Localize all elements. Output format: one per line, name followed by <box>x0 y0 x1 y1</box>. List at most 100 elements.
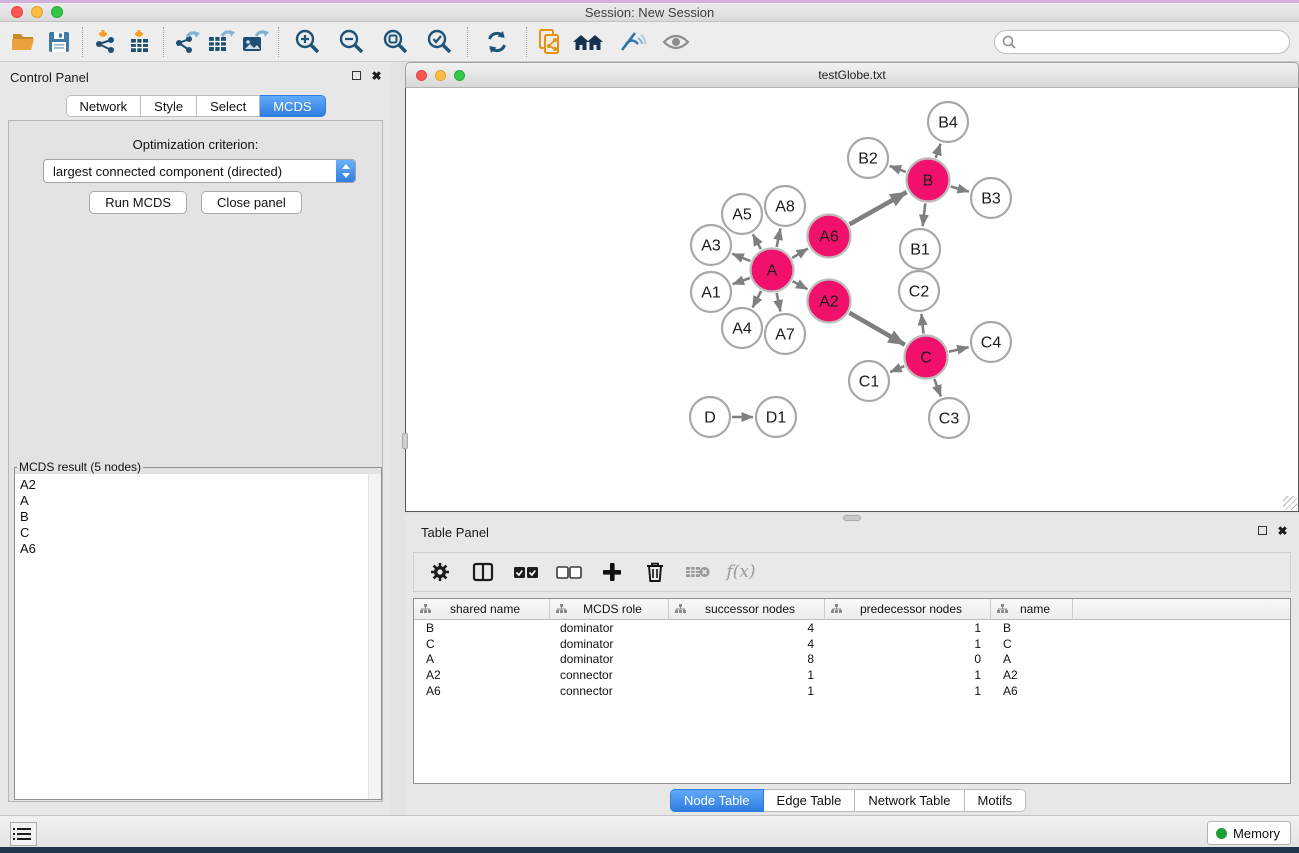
resize-grip-icon[interactable] <box>1283 496 1297 510</box>
graph-edge-C-C3[interactable] <box>934 379 941 396</box>
delete-table-icon[interactable] <box>681 555 715 589</box>
function-builder-icon[interactable]: f(x) <box>724 555 758 589</box>
table-settings-icon[interactable] <box>423 555 457 589</box>
table-cell: 0 <box>825 651 991 667</box>
graph-edge-A-A5[interactable] <box>753 234 761 249</box>
graph-edge-A-A7[interactable] <box>777 293 781 311</box>
graph-edge-B-B1[interactable] <box>923 203 926 226</box>
graph-edge-B-B3[interactable] <box>951 186 969 191</box>
export-table-icon[interactable] <box>204 25 238 59</box>
refresh-icon[interactable] <box>480 25 514 59</box>
mcds-result-item[interactable]: A <box>15 493 381 509</box>
tab-style[interactable]: Style <box>141 95 197 117</box>
close-panel-icon[interactable]: ✖ <box>370 69 383 82</box>
select-all-columns-icon[interactable] <box>509 555 543 589</box>
graph-edge-A-A4[interactable] <box>753 291 762 308</box>
zoom-selected-icon[interactable] <box>422 25 456 59</box>
tab-select[interactable]: Select <box>197 95 260 117</box>
column-header-MCDS-role[interactable]: MCDS role <box>550 599 669 619</box>
close-panel-button[interactable]: Close panel <box>201 191 302 214</box>
mcds-result-item[interactable]: A2 <box>15 477 381 493</box>
open-session-icon[interactable] <box>8 25 42 59</box>
tab-network-table[interactable]: Network Table <box>855 789 964 812</box>
network-zoom-button[interactable] <box>454 70 465 81</box>
task-history-icon[interactable] <box>10 822 37 846</box>
control-panel-title: Control Panel <box>10 70 89 85</box>
export-image-icon[interactable] <box>238 25 272 59</box>
node-table-header: shared nameMCDS rolesuccessor nodesprede… <box>414 599 1290 620</box>
graph-edge-C-C2[interactable] <box>921 314 923 334</box>
export-network-icon[interactable] <box>170 25 204 59</box>
search-input[interactable] <box>994 30 1290 54</box>
column-header-successor-nodes[interactable]: successor nodes <box>669 599 825 619</box>
float-table-panel-icon[interactable] <box>1256 524 1269 537</box>
table-cell: 4 <box>669 636 825 652</box>
table-row[interactable]: A2connector11A2 <box>414 667 1290 683</box>
minimize-window-button[interactable] <box>31 6 43 18</box>
graph-edge-B-B2[interactable] <box>890 166 906 172</box>
column-header-shared-name[interactable]: shared name <box>414 599 550 619</box>
graph-edge-A6-B[interactable] <box>849 192 906 224</box>
delete-column-trash-icon[interactable] <box>638 555 672 589</box>
table-cell: A <box>991 651 1073 667</box>
add-column-icon[interactable] <box>595 555 629 589</box>
graph-node-label: A5 <box>732 207 752 224</box>
network-canvas[interactable]: B4B2BB3A8A5A6A3B1AC2A1A2A4A7C4CC1C3DD1 <box>405 88 1299 512</box>
zoom-in-icon[interactable] <box>290 25 324 59</box>
mcds-result-item[interactable]: C <box>15 525 381 541</box>
column-header-name[interactable]: name <box>991 599 1073 619</box>
import-table-icon[interactable] <box>123 25 157 59</box>
tab-mcds[interactable]: MCDS <box>260 95 325 117</box>
tab-node-table[interactable]: Node Table <box>670 789 764 812</box>
toolbar-separator <box>163 27 164 57</box>
hide-graphics-details-icon[interactable] <box>615 25 649 59</box>
float-panel-icon[interactable] <box>350 69 363 82</box>
tab-edge-table[interactable]: Edge Table <box>764 789 856 812</box>
zoom-fit-icon[interactable] <box>378 25 412 59</box>
graph-edge-A-A2[interactable] <box>793 281 808 289</box>
graph-node-label: B <box>923 173 934 190</box>
run-mcds-button[interactable]: Run MCDS <box>89 191 187 214</box>
graph-edge-A-A3[interactable] <box>732 254 750 261</box>
result-scrollbar[interactable] <box>368 474 381 799</box>
graph-edge-A-A6[interactable] <box>792 249 808 258</box>
column-type-icon <box>997 604 1008 614</box>
application-window: Session: New Session <box>0 0 1299 853</box>
close-table-panel-icon[interactable]: ✖ <box>1276 524 1289 537</box>
new-session-from-network-icon[interactable] <box>533 25 567 59</box>
table-row[interactable]: Adominator80A <box>414 651 1290 667</box>
graph-edge-A-A8[interactable] <box>777 229 781 247</box>
graph-edge-B-B4[interactable] <box>936 144 941 158</box>
table-row[interactable]: Cdominator41C <box>414 636 1290 652</box>
zoom-out-icon[interactable] <box>334 25 368 59</box>
table-row[interactable]: Bdominator41B <box>414 620 1290 636</box>
memory-label: Memory <box>1233 826 1280 841</box>
graph-edge-A2-C[interactable] <box>849 313 904 345</box>
column-layout-icon[interactable] <box>466 555 500 589</box>
panel-divider-grip-icon[interactable] <box>843 515 861 521</box>
import-network-icon[interactable] <box>89 25 123 59</box>
criterion-select[interactable]: largest connected component (directed) <box>43 159 356 183</box>
tab-motifs[interactable]: Motifs <box>965 789 1027 812</box>
graph-node-label: D <box>704 410 716 427</box>
graph-edge-C-C1[interactable] <box>890 366 904 372</box>
zoom-window-button[interactable] <box>51 6 63 18</box>
show-view-eye-icon[interactable] <box>659 25 693 59</box>
graph-edge-C-C4[interactable] <box>949 347 969 352</box>
graph-node-label: C4 <box>981 335 1002 352</box>
deselect-all-columns-icon[interactable] <box>552 555 586 589</box>
mcds-result-item[interactable]: A6 <box>15 541 381 557</box>
table-row[interactable]: A6connector11A6 <box>414 683 1290 699</box>
network-close-button[interactable] <box>416 70 427 81</box>
desktop-wallpaper-strip <box>0 847 1299 853</box>
mcds-result-item[interactable]: B <box>15 509 381 525</box>
tab-network[interactable]: Network <box>65 95 141 117</box>
divider-grip-icon[interactable] <box>402 433 408 449</box>
column-header-predecessor-nodes[interactable]: predecessor nodes <box>825 599 991 619</box>
graph-edge-A-A1[interactable] <box>733 278 750 284</box>
network-minimize-button[interactable] <box>435 70 446 81</box>
memory-button[interactable]: Memory <box>1207 821 1291 845</box>
close-window-button[interactable] <box>11 6 23 18</box>
save-session-icon[interactable] <box>42 25 76 59</box>
home-icon[interactable] <box>571 25 605 59</box>
